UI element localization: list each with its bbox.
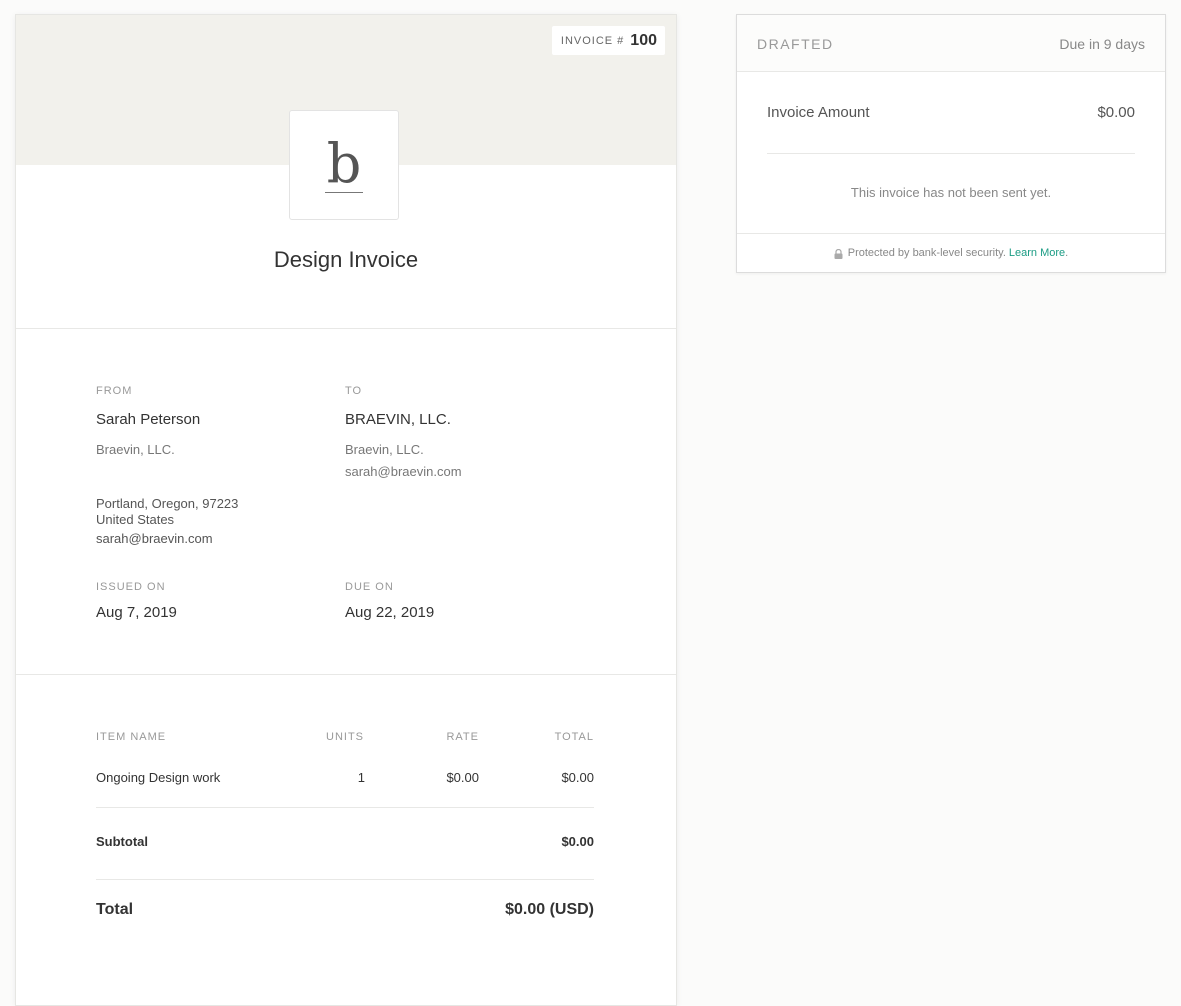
from-email: sarah@braevin.com — [96, 531, 213, 546]
invoice-number-badge: INVOICE # 100 — [551, 26, 665, 55]
to-company: Braevin, LLC. — [345, 442, 424, 457]
total-label: Total — [96, 901, 134, 918]
items-divider — [96, 807, 594, 808]
learn-more-suffix: . — [1065, 247, 1069, 259]
due-block: DUE ON Aug 22, 2019 — [345, 581, 434, 621]
items-section: ITEM NAME UNITS RATE TOTAL Ongoing Desig… — [16, 675, 676, 995]
to-email: sarah@braevin.com — [345, 464, 462, 479]
items-header-name: ITEM NAME — [96, 731, 167, 743]
to-label: TO — [345, 385, 363, 397]
subtotal-divider — [96, 879, 594, 880]
invoice-sheet: INVOICE # 100 b Design Invoice FROM Sara… — [15, 14, 677, 1006]
to-name: BRAEVIN, LLC. — [345, 411, 451, 428]
invoice-status-panel: DRAFTED Due in 9 days Invoice Amount $0.… — [736, 14, 1166, 273]
status-badge: DRAFTED — [757, 36, 834, 52]
lock-icon — [834, 249, 843, 259]
amount-label: Invoice Amount — [767, 104, 870, 121]
from-label: FROM — [96, 385, 133, 397]
invoice-header-band: INVOICE # 100 b — [16, 15, 676, 220]
invoice-title: Design Invoice — [273, 247, 419, 272]
not-sent-message: This invoice has not been sent yet. — [850, 185, 1052, 200]
from-company: Braevin, LLC. — [96, 442, 175, 457]
item-name: Ongoing Design work — [96, 770, 221, 785]
security-text: Protected by bank-level security. — [847, 247, 1006, 259]
issued-block: ISSUED ON Aug 7, 2019 — [96, 581, 177, 621]
due-label: DUE ON — [345, 581, 394, 593]
from-block: FROM Sarah Peterson Braevin, LLC. Portla… — [96, 385, 316, 546]
company-logo: b — [289, 110, 399, 220]
items-header-units: UNITS — [326, 731, 364, 743]
from-name: Sarah Peterson — [96, 411, 201, 428]
panel-divider — [767, 153, 1135, 154]
learn-more-link[interactable]: Learn More — [1009, 247, 1065, 259]
due-countdown: Due in 9 days — [1059, 36, 1145, 52]
item-total: $0.00 — [561, 770, 594, 785]
issued-date: Aug 7, 2019 — [96, 604, 177, 621]
invoice-number: 100 — [630, 31, 657, 49]
to-block: TO BRAEVIN, LLC. Braevin, LLC. sarah@bra… — [345, 385, 565, 479]
subtotal-value: $0.00 — [561, 834, 594, 849]
item-rate: $0.00 — [446, 770, 479, 785]
due-date: Aug 22, 2019 — [345, 604, 435, 621]
items-header-rate: RATE — [446, 731, 479, 743]
from-address-line1: Portland, Oregon, 97223 — [96, 496, 239, 511]
amount-value: $0.00 — [1097, 104, 1135, 121]
status-header: DRAFTED Due in 9 days — [737, 15, 1165, 72]
parties-section: FROM Sarah Peterson Braevin, LLC. Portla… — [16, 329, 676, 675]
issued-label: ISSUED ON — [96, 581, 166, 593]
security-footer: Protected by bank-level security. Learn … — [737, 233, 1165, 272]
items-header-total: TOTAL — [554, 731, 594, 743]
item-units: 1 — [357, 770, 365, 785]
from-address-line2: United States — [96, 512, 175, 527]
total-value: $0.00 (USD) — [505, 901, 594, 918]
invoice-number-label: INVOICE # — [560, 34, 625, 47]
logo-letter: b — [324, 132, 364, 195]
subtotal-label: Subtotal — [96, 834, 148, 849]
